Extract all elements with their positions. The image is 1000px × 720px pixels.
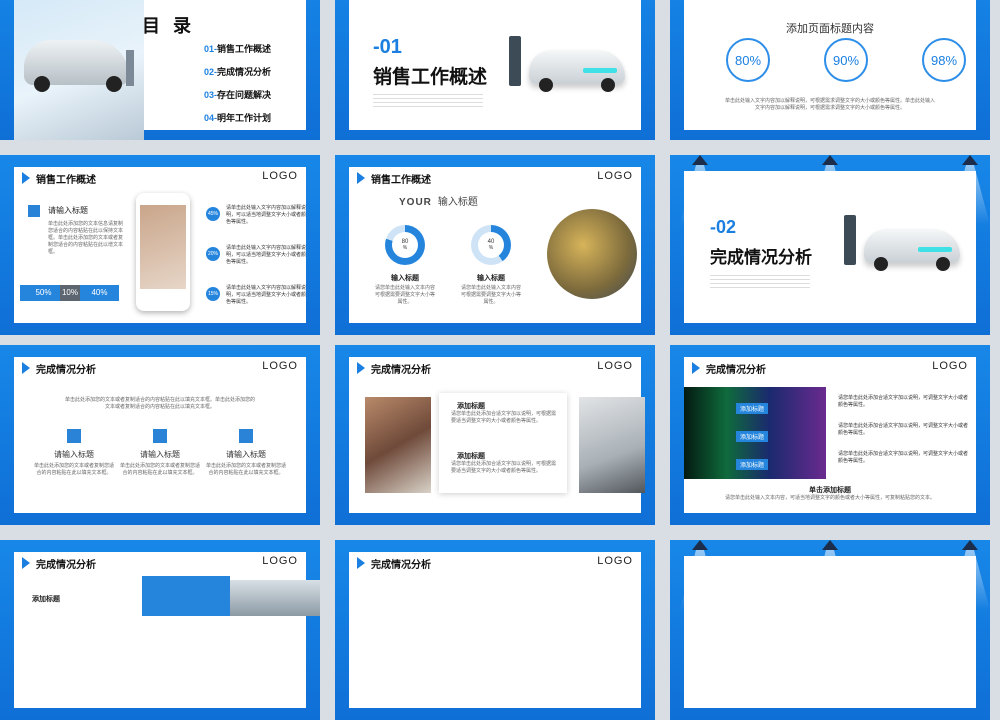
- slide-thumbnail-3[interactable]: 添加页面标题内容 80% 90% 98% 单击此处输入文字内容加以解释说明，可根…: [670, 0, 990, 140]
- bar-segment: 10%: [60, 285, 80, 301]
- slide-thumbnail-1[interactable]: 目 录 01-销售工作概述 02-完成情况分析 03-存在问题解决 04-明年工…: [0, 0, 320, 140]
- slide-thumbnail-5[interactable]: 销售工作概述 LOGO YOUR 输入标题 80% 输入标题 请您单击此处输入文本…: [335, 155, 655, 335]
- tag-button[interactable]: 添加标题: [736, 403, 769, 414]
- chevron-right-icon: [357, 557, 365, 569]
- car-photo: [14, 0, 144, 140]
- slide-thumbnail-10[interactable]: 完成情况分析 LOGO 添加标题: [0, 540, 320, 720]
- logo: LOGO: [597, 170, 633, 182]
- toc-item[interactable]: 04-明年工作计划: [204, 111, 271, 124]
- ev-car-image: [844, 205, 964, 285]
- workers-photo: [547, 209, 637, 299]
- tag-button[interactable]: 添加标题: [736, 459, 769, 470]
- section-desc: [373, 94, 483, 108]
- section-title: 完成情况分析: [710, 248, 812, 267]
- percent-ring: 98%: [922, 38, 966, 82]
- logo: LOGO: [932, 360, 968, 372]
- meeting-photo: [579, 397, 645, 493]
- ring-label: 输入标题: [477, 275, 505, 282]
- chevron-right-icon: [22, 557, 30, 569]
- chevron-right-icon: [692, 362, 700, 374]
- chevron-right-icon: [22, 172, 30, 184]
- toc-item[interactable]: 01-销售工作概述: [204, 42, 271, 55]
- logo: LOGO: [262, 360, 298, 372]
- toc-list: 01-销售工作概述 02-完成情况分析 03-存在问题解决 04-明年工作计划: [204, 42, 271, 124]
- slide-header: 完成情况分析 LOGO: [14, 552, 306, 574]
- doc-icon: [28, 205, 40, 217]
- tag-button[interactable]: 添加标题: [736, 431, 769, 442]
- percent-badge: 15%: [206, 287, 220, 301]
- chevron-right-icon: [22, 362, 30, 374]
- logo: LOGO: [597, 360, 633, 372]
- slide-thumbnail-7[interactable]: 完成情况分析 LOGO 单击此处添加您的文本或者复制适合的内容粘贴在此以填充文本…: [0, 345, 320, 525]
- slide-header: 完成情况分析 LOGO: [349, 552, 641, 574]
- section-title: 销售工作概述: [373, 67, 488, 88]
- chevron-right-icon: [357, 172, 365, 184]
- phone-mockup: [136, 193, 190, 311]
- section-number: -01: [373, 36, 402, 58]
- slide-thumbnail-4[interactable]: 销售工作概述 LOGO 请输入标题 单击此处添加您的文本信息请复制您适合的内容粘…: [0, 155, 320, 335]
- slide-header: 完成情况分析 LOGO: [684, 357, 976, 379]
- block-title: 请输入标题: [48, 206, 88, 215]
- donut-chart: 40%: [471, 225, 511, 265]
- feature-col: 请输入标题 单击此处添加您的文本或者复制您适合的内容粘贴在此以填充文本框。: [120, 429, 200, 477]
- slide-header: 完成情况分析 LOGO: [349, 357, 641, 379]
- slide-thumbnail-12[interactable]: [670, 540, 990, 720]
- ev-car-image: [509, 26, 629, 106]
- doc-icon: [153, 429, 167, 443]
- percent-badge: 20%: [206, 247, 220, 261]
- chevron-right-icon: [357, 362, 365, 374]
- slide-thumbnail-6[interactable]: -02 完成情况分析: [670, 155, 990, 335]
- text-card: 添加标题 请您单击此处添加合适文字加以说明，可根据需要适当调整文字的大小或者颜色…: [439, 393, 567, 493]
- block-body: 单击此处添加您的文本信息请复制您适合的内容粘贴在此以保持文本框。单击此处添加您的…: [48, 221, 124, 255]
- slide-header: 销售工作概述 LOGO: [349, 167, 641, 189]
- slide-thumbnail-11[interactable]: 完成情况分析 LOGO: [335, 540, 655, 720]
- percent-badge: 45%: [206, 207, 220, 221]
- ring-label: 输入标题: [391, 275, 419, 282]
- logo: LOGO: [597, 555, 633, 567]
- slide-thumbnail-9[interactable]: 完成情况分析 LOGO 添加标题 添加标题 添加标题 请您单击此处添加合适文字加…: [670, 345, 990, 525]
- slide-thumbnail-2[interactable]: -01 销售工作概述: [335, 0, 655, 140]
- slide-subtitle: YOUR 输入标题: [399, 197, 478, 208]
- bar-segment: 40%: [80, 285, 119, 301]
- slide-header: 完成情况分析 LOGO: [14, 357, 306, 379]
- donut-chart: 80%: [385, 225, 425, 265]
- slide-desc: 单击此处输入文字内容加以解释说明，可根据需求调整文字的大小或颜色等属性。单击此处…: [724, 98, 935, 111]
- feature-col: 请输入标题 单击此处添加您的文本或者复制您适合的内容粘贴在此以填充文本框。: [206, 429, 286, 477]
- feature-col: 请输入标题 单击此处添加您的文本或者复制您适合的内容粘贴在此以填充文本框。: [34, 429, 114, 477]
- team-hands-photo: [365, 397, 431, 493]
- percent-ring: 90%: [824, 38, 868, 82]
- slide-header: 销售工作概述 LOGO: [14, 167, 306, 189]
- toc-title: 目 录: [142, 16, 196, 36]
- slide-thumbnail-8[interactable]: 完成情况分析 LOGO 添加标题 请您单击此处添加合适文字加以说明，可根据需要适…: [335, 345, 655, 525]
- percent-ring: 80%: [726, 38, 770, 82]
- toc-item[interactable]: 02-完成情况分析: [204, 65, 271, 78]
- doc-icon: [239, 429, 253, 443]
- doc-icon: [67, 429, 81, 443]
- bullet-list: 45% 请单击此处输入文字内容加以解释说明，可以适当地调整文字大小或者颜色等属性…: [206, 205, 307, 305]
- logo: LOGO: [262, 555, 298, 567]
- toc-item[interactable]: 03-存在问题解决: [204, 88, 271, 101]
- logo: LOGO: [262, 170, 298, 182]
- section-number: -02: [710, 217, 737, 237]
- slide-title: 添加页面标题内容: [786, 23, 874, 35]
